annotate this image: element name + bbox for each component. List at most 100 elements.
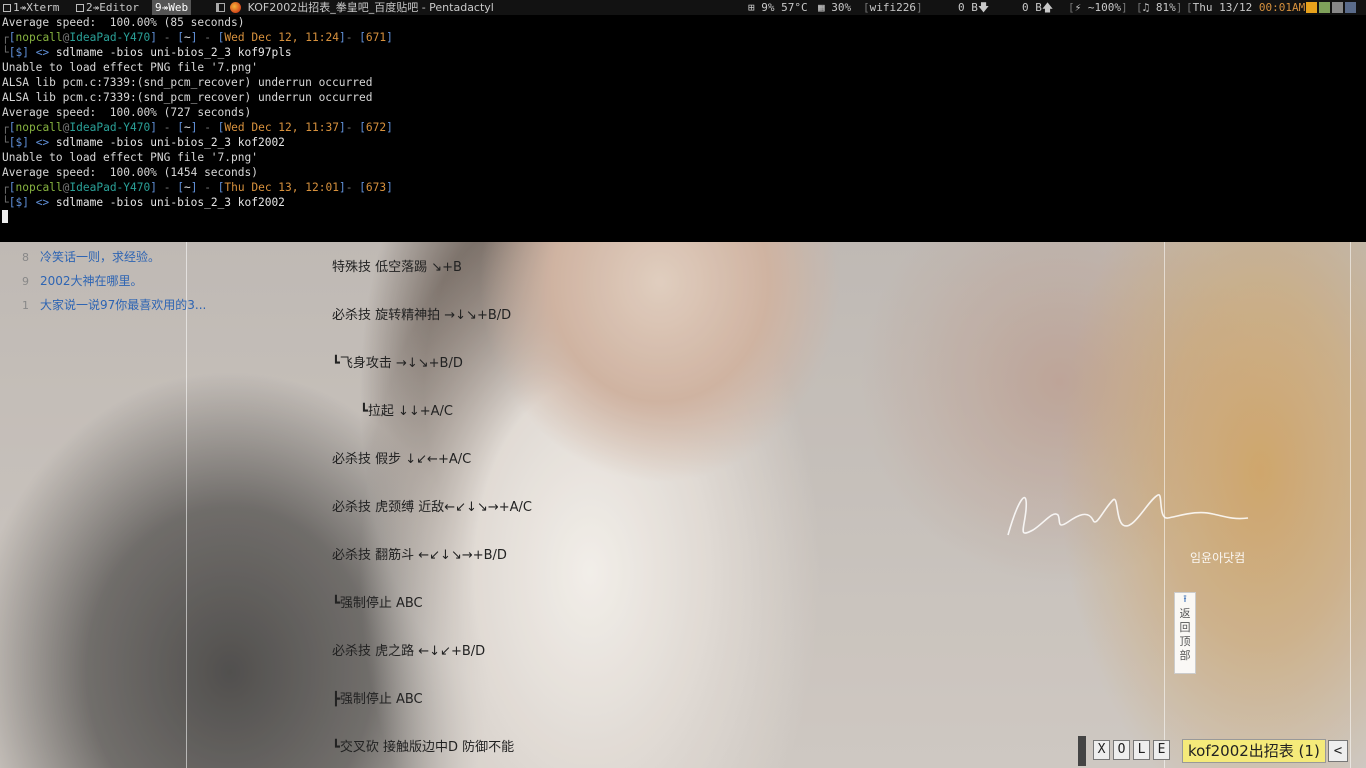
net-up: 0 B🡅: [1022, 0, 1053, 15]
list-item[interactable]: 9 2002大神在哪里。: [22, 272, 192, 296]
prompt-header: ┌[nopcall@IdeaPad-Y470] - [~] - [Wed Dec…: [2, 31, 393, 44]
arrow-up-icon: ⭱: [1183, 594, 1187, 605]
move-entry: ┗飞身攻击 →↓↘+B/D: [332, 354, 932, 402]
signature-watermark: [1007, 494, 1249, 536]
move-text: 强制停止 ABC: [339, 596, 423, 611]
time-value: 00:01AM: [1258, 1, 1306, 14]
move-text: 特殊技 低空落踢 ↘+B: [332, 260, 462, 275]
tray-network-icon[interactable]: [1319, 2, 1330, 13]
workspace-9-label: 9↠Web: [155, 1, 189, 14]
up-arrow-icon: 🡅: [1041, 1, 1054, 14]
terminal-output-line: ALSA lib pcm.c:7339:(snd_pcm_recover) un…: [2, 91, 373, 104]
move-entry: 必杀技 虎颈缚 近敌←↙↓↘→+A/C: [332, 498, 932, 546]
workspace-2[interactable]: 2↠Editor: [76, 0, 139, 15]
prompt-user: nopcall: [15, 31, 63, 44]
tray-app-icon[interactable]: [1306, 2, 1317, 13]
tray-display-icon[interactable]: [1345, 2, 1356, 13]
mem-indicator: ▦ 30%: [818, 0, 851, 15]
move-entry: ┗拉起 ↓↓+A/C: [332, 402, 932, 450]
buffer-tab-active[interactable]: kof2002出招表 (1): [1182, 739, 1326, 763]
editor-icon: [76, 4, 84, 12]
volume-value: 81%: [1155, 1, 1176, 14]
watermark-text: 임윤아닷컴: [1190, 551, 1246, 565]
workspace-1-label: 1↠Xterm: [13, 1, 60, 14]
l-button[interactable]: L: [1133, 740, 1150, 760]
move-list: 特殊技 低空落踢 ↘+B 必杀技 旋转精神拍 →↓↘+B/D ┗飞身攻击 →↓↘…: [332, 258, 932, 768]
prompt-host: IdeaPad-Y470: [69, 31, 151, 44]
command-text: sdlmame -bios uni-bios_2_3 kof2002: [55, 196, 285, 209]
back-to-top-button[interactable]: ⭱ 返回顶部: [1174, 592, 1196, 674]
terminal-output-line: Unable to load effect PNG file '7.png': [2, 151, 258, 164]
tree-branch: ┗: [332, 740, 340, 755]
terminal-output-line: Average speed: 100.00% (727 seconds): [2, 106, 252, 119]
cpu-value: 9%: [761, 1, 775, 14]
prompt-cwd: ~: [183, 181, 191, 194]
cpu-icon: ⊞: [748, 1, 755, 14]
move-entry: 特殊技 低空落踢 ↘+B: [332, 258, 932, 306]
thread-link[interactable]: 冷笑话一则，求经验。: [40, 250, 160, 264]
back-to-top-label: 返回顶部: [1179, 607, 1191, 662]
window-title-text: KOF2002出招表_拳皇吧_百度贴吧 - Pentadactyl: [247, 1, 494, 14]
terminal-window[interactable]: Average speed: 100.00% (85 seconds) ┌[no…: [0, 15, 1366, 242]
move-entry: ┗交叉砍 接触版边中D 防御不能: [332, 738, 932, 768]
tree-branch: ┣: [332, 692, 340, 707]
terminal-output-line: Average speed: 100.00% (85 seconds): [2, 16, 245, 29]
list-item-number: 1: [22, 299, 29, 312]
column-divider: [186, 242, 187, 768]
tree-branch: ┗: [360, 404, 368, 419]
prompt-date: Thu Dec 13, 12:01: [224, 181, 339, 194]
system-tray: [1304, 0, 1356, 15]
clock: [Thu 13/12 00:01AM]: [1186, 1, 1312, 14]
close-button[interactable]: X: [1093, 740, 1110, 760]
firefox-icon: [230, 2, 241, 13]
volume-indicator[interactable]: [♫ 81%]: [1136, 0, 1182, 15]
move-entry: ┣强制停止 ABC: [332, 690, 932, 738]
status-bar: 1↠Xterm 2↠Editor 9↠Web KOF2002出招表_拳皇吧_百度…: [0, 0, 1366, 15]
workspace-1[interactable]: 1↠Xterm: [3, 0, 59, 15]
layout-indicator[interactable]: [216, 0, 225, 15]
workspace-2-label: 2↠Editor: [86, 1, 139, 14]
command-text: sdlmame -bios uni-bios_2_3 kof97pls: [55, 46, 292, 59]
wifi-name: wifi226: [869, 1, 916, 14]
prompt-cwd: ~: [183, 121, 191, 134]
prompt-command: └[$] <> sdlmame -bios uni-bios_2_3 kof20…: [2, 136, 285, 149]
prompt-header: ┌[nopcall@IdeaPad-Y470] - [~] - [Thu Dec…: [2, 181, 393, 194]
power-value: ~100%: [1087, 1, 1121, 14]
open-button[interactable]: O: [1113, 740, 1130, 760]
list-item[interactable]: 1 大家说一说97你最喜欢用的3...: [22, 296, 206, 320]
text-cursor: [2, 210, 8, 223]
list-item[interactable]: 8 冷笑话一则，求经验。: [22, 248, 192, 272]
prompt-header: ┌[nopcall@IdeaPad-Y470] - [~] - [Wed Dec…: [2, 121, 393, 134]
power-indicator: [⚡ ~100%]: [1068, 1, 1128, 14]
move-text: 必杀技 虎颈缚 近敌←↙↓↘→+A/C: [332, 500, 532, 515]
up-value: 0 B: [1022, 1, 1042, 14]
thread-link[interactable]: 大家说一说97你最喜欢用的3...: [40, 298, 206, 312]
move-text: 强制停止 ABC: [339, 692, 423, 707]
date-value: Thu 13/12: [1192, 1, 1259, 14]
related-threads-list: 8 冷笑话一则，求经验。 9 2002大神在哪里。 1 大家说一说97你最喜欢用的3.…: [22, 248, 206, 320]
edit-button[interactable]: E: [1153, 740, 1170, 760]
move-entry: 必杀技 虎之路 ←↓↙+B/D: [332, 642, 932, 690]
terminal-input-line[interactable]: [0, 210, 1366, 225]
prompt-history-number: 673: [365, 181, 387, 194]
prompt-command: └[$] <> sdlmame -bios uni-bios_2_3 kof20…: [2, 196, 285, 209]
prompt-host: IdeaPad-Y470: [69, 121, 151, 134]
net-down: 0 B🡇: [958, 0, 989, 15]
move-text: 必杀技 假步 ↓↙←+A/C: [332, 452, 472, 467]
power-icon: ⚡: [1074, 1, 1082, 14]
tray-keyboard-icon[interactable]: [1332, 2, 1343, 13]
tree-branch: ┗: [332, 596, 340, 611]
column-divider: [1350, 242, 1351, 768]
wifi-indicator: [wifi226]: [863, 1, 923, 14]
thread-link[interactable]: 2002大神在哪里。: [40, 274, 143, 288]
mem-value: 30%: [831, 1, 852, 14]
previous-buffer-button[interactable]: <: [1328, 740, 1348, 762]
prompt-cwd: ~: [183, 31, 191, 44]
move-entry: 必杀技 旋转精神拍 →↓↘+B/D: [332, 306, 932, 354]
prompt-user: nopcall: [15, 121, 63, 134]
temp-value: 57°C: [781, 1, 808, 14]
prompt-command: └[$] <> sdlmame -bios uni-bios_2_3 kof97…: [2, 46, 292, 59]
prompt-date: Wed Dec 12, 11:24: [224, 31, 339, 44]
move-text: 拉起 ↓↓+A/C: [367, 404, 453, 419]
workspace-9[interactable]: 9↠Web: [152, 0, 192, 15]
